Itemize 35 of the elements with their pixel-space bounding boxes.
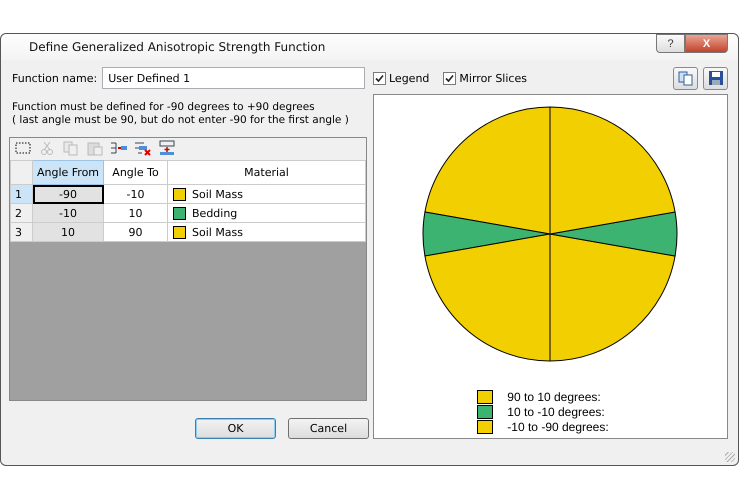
material-name[interactable]: Soil Mass [192, 226, 244, 238]
function-name-label: Function name: [12, 72, 98, 84]
column-header[interactable]: Material [168, 160, 366, 184]
instruction-text: ( last angle must be 90, but do not enter -90 for the first angle ) [12, 114, 350, 127]
copy-icon [678, 70, 694, 86]
legend-label: 10 to -10 degrees: [507, 404, 605, 418]
legend-label: 90 to 10 degrees: [507, 390, 601, 404]
checkbox[interactable] [443, 72, 456, 84]
table-cell[interactable]: -10 [32, 204, 104, 222]
row-number[interactable]: 1 [10, 184, 32, 204]
row-number[interactable]: 3 [10, 222, 32, 242]
table-cell[interactable]: -90 [32, 184, 104, 204]
legend-label: -10 to -90 degrees: [507, 420, 609, 434]
checkbox-label[interactable]: Mirror Slices [459, 72, 527, 84]
help-button[interactable]: ? [656, 34, 685, 53]
ok-button[interactable]: OK [195, 418, 276, 439]
material-name[interactable]: Soil Mass [192, 188, 244, 200]
checkbox[interactable] [373, 72, 386, 84]
table-cell[interactable]: 10 [104, 204, 168, 222]
material-name[interactable]: Bedding [192, 206, 238, 220]
function-name-field[interactable]: User Defined 1 [102, 67, 366, 89]
instruction-text: Function must be defined for -90 degrees to +90 degrees [12, 101, 316, 114]
checkbox-label[interactable]: Legend [389, 72, 430, 84]
column-header[interactable]: Angle To [104, 160, 168, 184]
column-header[interactable]: Angle From [32, 160, 104, 184]
save-button[interactable] [703, 66, 728, 90]
append-tool-icon[interactable] [157, 140, 177, 158]
row-number[interactable]: 2 [10, 204, 32, 222]
cancel-button[interactable]: Cancel [288, 418, 369, 439]
table-cell[interactable]: 10 [32, 222, 104, 242]
copy-button[interactable] [673, 66, 698, 90]
save-icon [708, 70, 724, 86]
delete-tool-icon[interactable] [133, 140, 153, 158]
table-cell[interactable]: -10 [104, 184, 168, 204]
window-title: Define Generalized Anisotropic Strength Function [29, 40, 326, 54]
